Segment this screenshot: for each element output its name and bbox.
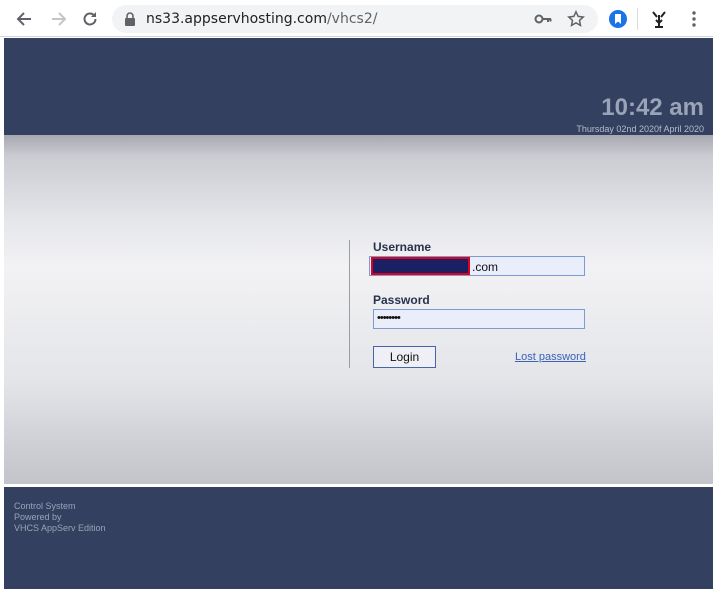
- username-label: Username: [373, 240, 432, 254]
- url-path: /vhcs2/: [326, 11, 378, 27]
- back-button[interactable]: [12, 7, 36, 31]
- toolbar-separator: [637, 8, 638, 30]
- key-icon[interactable]: [534, 10, 552, 28]
- footer-powered-by: Powered by: [14, 512, 62, 522]
- page-footer: Control System Powered by VHCS AppServ E…: [4, 487, 713, 589]
- redacted-username: [371, 257, 470, 275]
- extension-bookmark-icon[interactable]: [608, 9, 628, 29]
- vertical-divider: [349, 240, 350, 368]
- current-time: 10:42 am: [601, 94, 704, 121]
- star-icon[interactable]: [567, 10, 585, 28]
- page-header: 10:42 am Thursday 02nd 2020f April 2020: [4, 38, 713, 135]
- forward-button[interactable]: [47, 7, 71, 31]
- login-button[interactable]: Login: [373, 346, 436, 368]
- footer-edition: VHCS AppServ Edition: [14, 523, 106, 533]
- browser-toolbar: ns33.appservhosting.com/vhcs2/: [0, 0, 713, 37]
- reload-button[interactable]: [78, 7, 102, 31]
- url-text: ns33.appservhosting.com/vhcs2/: [146, 11, 377, 27]
- password-mask: ••••••••: [377, 312, 401, 324]
- current-date: Thursday 02nd 2020f April 2020: [576, 124, 704, 134]
- lock-icon: [125, 12, 135, 26]
- url-host: ns33.appservhosting.com: [146, 11, 327, 27]
- arrow-right-icon: [52, 12, 67, 26]
- reload-icon: [83, 12, 97, 26]
- login-panel: [4, 135, 713, 485]
- password-field[interactable]: [373, 309, 585, 329]
- username-suffix: .com: [472, 260, 499, 274]
- arrow-left-icon: [16, 12, 31, 26]
- password-label: Password: [373, 293, 430, 307]
- lost-password-link[interactable]: Lost password: [515, 351, 586, 363]
- more-menu-icon[interactable]: [684, 9, 704, 29]
- extension-person-icon[interactable]: [649, 9, 669, 29]
- footer-control-system: Control System: [14, 501, 76, 511]
- address-bar[interactable]: ns33.appservhosting.com/vhcs2/: [112, 5, 598, 33]
